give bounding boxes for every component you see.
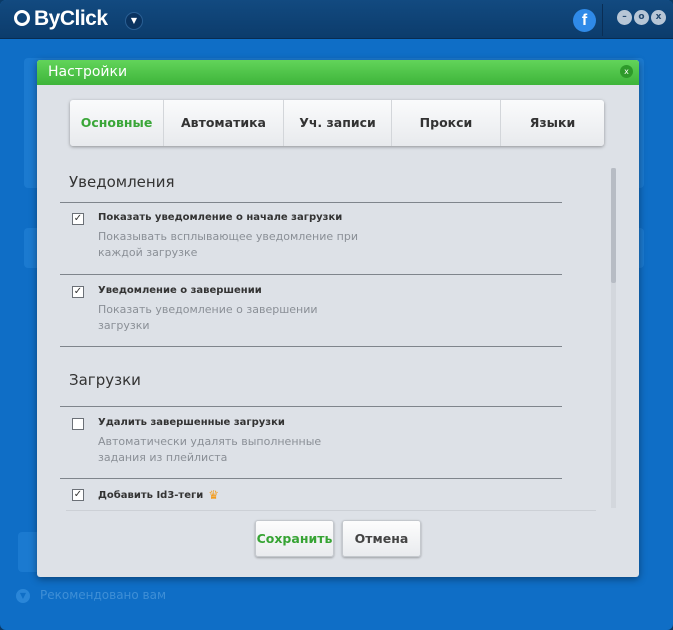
divider (602, 4, 603, 36)
logo-icon (14, 10, 30, 26)
dialog-header: Настройки (37, 60, 639, 85)
scrollbar-thumb[interactable] (611, 168, 616, 283)
tab-automation[interactable]: Автоматика (164, 100, 284, 146)
tab-accounts[interactable]: Уч. записи (284, 100, 392, 146)
setting-label: Удалить завершенные загрузки (98, 417, 285, 428)
divider (60, 274, 562, 275)
divider (60, 478, 562, 479)
tab-bar: Основные Автоматика Уч. записи Прокси Яз… (70, 100, 604, 146)
maximize-button[interactable]: o (634, 10, 649, 25)
app-logo: ByClick (14, 7, 108, 31)
minimize-button[interactable]: – (617, 10, 632, 25)
chevron-down-icon: ▼ (16, 589, 30, 603)
facebook-icon[interactable]: f (573, 9, 596, 32)
setting-description: Автоматически удалять выполненные задани… (98, 435, 322, 464)
setting-label-text: Добавить Id3-теги (98, 490, 204, 501)
checkbox[interactable]: ✓ (72, 286, 84, 298)
app-title: ByClick (34, 7, 108, 30)
setting-description: Показать уведомление о завершении загруз… (98, 303, 318, 332)
setting-description: Показывать всплывающее уведомление при к… (98, 230, 358, 259)
divider (60, 202, 562, 203)
close-button[interactable]: x (651, 10, 666, 25)
tab-languages[interactable]: Языки (501, 100, 604, 146)
app-window: ByClick ▼ f – o x ▼ Рекомендовано вам На… (0, 0, 673, 630)
close-icon[interactable]: x (620, 65, 633, 78)
dialog-title: Настройки (48, 64, 128, 80)
section-title: Уведомления (69, 173, 175, 191)
checkbox[interactable]: ✓ (72, 213, 84, 225)
tab-general[interactable]: Основные (70, 100, 164, 146)
chevron-down-icon[interactable]: ▼ (125, 12, 143, 30)
section-title: Загрузки (69, 371, 141, 389)
checkbox[interactable]: ✓ (72, 489, 84, 501)
setting-label: Добавить Id3-теги ♛ (98, 488, 219, 502)
divider (66, 510, 596, 511)
divider (60, 346, 562, 347)
setting-label: Показать уведомление о начале загрузки (98, 212, 343, 223)
crown-icon: ♛ (208, 488, 220, 502)
recommended-label: Рекомендовано вам (40, 588, 167, 602)
setting-label: Уведомление о завершении (98, 285, 262, 296)
tab-proxy[interactable]: Прокси (392, 100, 501, 146)
divider (60, 406, 562, 407)
checkbox[interactable] (72, 418, 84, 430)
save-button[interactable]: Сохранить (255, 520, 334, 557)
settings-dialog: Настройки x Основные Автоматика Уч. запи… (37, 60, 639, 577)
cancel-button[interactable]: Отмена (342, 520, 421, 557)
title-bar: ByClick ▼ f – o x (0, 0, 673, 39)
